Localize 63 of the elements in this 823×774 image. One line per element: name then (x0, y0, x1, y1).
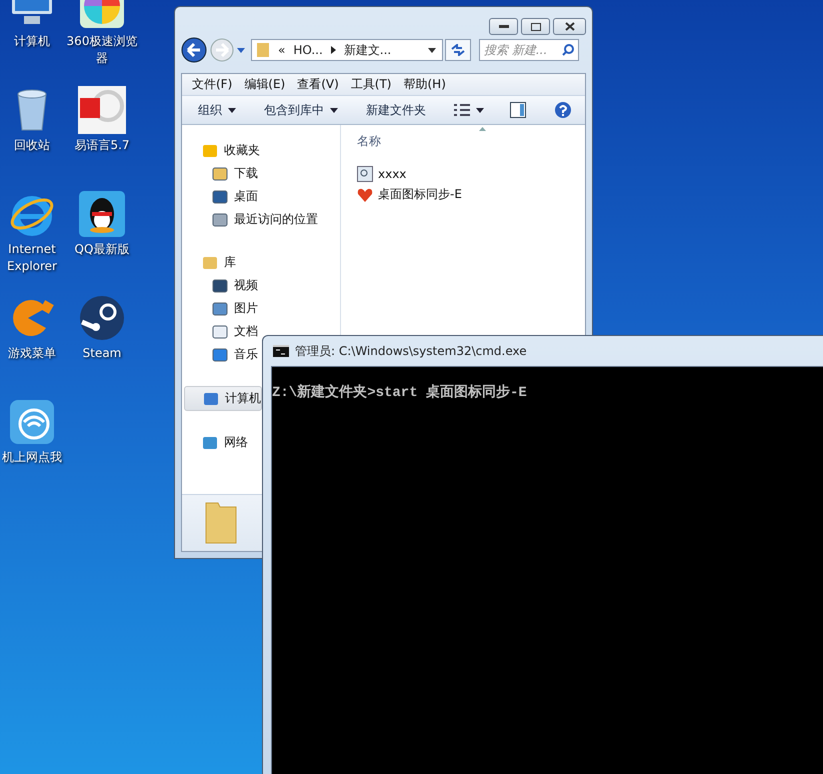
dropdown-caret-icon[interactable] (428, 48, 436, 52)
minimize-button[interactable] (489, 18, 518, 35)
refresh-button[interactable] (445, 39, 471, 61)
toolbar-button[interactable]: 包含到库中 (260, 100, 342, 120)
desktop-icon-label[interactable]: 360极速浏览器 (64, 33, 140, 67)
desktop-icon-label[interactable]: 游戏菜单 (8, 345, 56, 362)
column-header[interactable]: 名称 (357, 133, 569, 163)
navigation-item[interactable]: 收藏夹 (182, 139, 260, 162)
navigation-item[interactable]: 下载 (182, 162, 258, 185)
breadcrumb[interactable]: 新建文... (344, 42, 392, 58)
toolbar-button[interactable]: 组织 (194, 100, 240, 120)
console-icon (273, 345, 289, 357)
desktop-icon-label[interactable]: 易语言5.7 (74, 137, 130, 154)
toolbar-button[interactable]: 新建文件夹 (362, 100, 430, 120)
breadcrumb[interactable]: HO... (293, 43, 323, 57)
help-icon[interactable] (554, 101, 572, 119)
desktop-icon-label[interactable]: QQ最新版 (74, 241, 130, 258)
navigation-item[interactable]: 音乐 (182, 343, 258, 366)
menu-item[interactable]: 编辑(E) (244, 76, 286, 93)
menu-item[interactable]: 文件(F) (192, 76, 232, 93)
navigation-item[interactable]: 图片 (182, 297, 258, 320)
file-item[interactable]: 桌面图标同步-E (357, 184, 569, 205)
window-title: 管理员: C:\Windows\system32\cmd.exe (295, 342, 527, 360)
close-button[interactable] (553, 18, 586, 35)
desktop-icon-label[interactable]: 计算机 (14, 33, 50, 50)
preview-pane-icon[interactable] (510, 102, 526, 118)
round-logo-icon[interactable] (78, 294, 126, 342)
navigation-item[interactable]: 视频 (182, 274, 258, 297)
address-bar[interactable]: « HO... 新建文... (251, 39, 443, 61)
menu-item[interactable]: 工具(T) (350, 76, 392, 93)
desktop-icon-label[interactable]: 机上网点我 (2, 449, 62, 466)
breadcrumb-arrow-icon[interactable] (330, 46, 336, 54)
close-icon (564, 22, 574, 31)
navigation-item[interactable]: 计算机 (184, 386, 262, 411)
minimize-icon (498, 24, 508, 28)
desktop-icon-label[interactable]: Internet Explorer (0, 241, 64, 275)
maximize-button[interactable] (521, 18, 550, 35)
menu-item[interactable]: 帮助(H) (404, 76, 446, 93)
penguin-icon[interactable] (78, 190, 126, 238)
navigation-item[interactable]: 文档 (182, 320, 258, 343)
navigation-item[interactable]: 最近访问的位置 (182, 208, 318, 231)
search-field[interactable]: 搜索 新建... (479, 39, 579, 61)
console-line: Z:\新建文件夹>start 桌面图标同步-E (272, 383, 528, 401)
heart-icon (357, 186, 373, 202)
folder-icon (204, 501, 238, 545)
list-view-icon (454, 104, 470, 116)
search-icon (562, 44, 574, 56)
app-icon[interactable] (78, 86, 126, 134)
navigation-item[interactable]: 网络 (182, 431, 248, 454)
file-item[interactable]: xxxx (357, 163, 569, 184)
folder-icon (256, 42, 270, 58)
desktop-icon-label[interactable]: 回收站 (14, 137, 50, 154)
navigation-item[interactable]: 库 (182, 251, 236, 274)
dropdown-caret-icon (476, 108, 484, 112)
desktop-icon-label[interactable]: Steam (82, 345, 122, 362)
back-button[interactable] (181, 37, 207, 63)
menu-item[interactable]: 查看(V) (297, 76, 339, 93)
settings-file-icon (357, 166, 373, 182)
navigation-item[interactable]: 桌面 (182, 185, 258, 208)
wifi-icon[interactable] (8, 398, 56, 446)
overflow-marker[interactable]: « (278, 43, 286, 57)
maximize-icon (530, 22, 540, 30)
refresh-arrows-icon (451, 44, 465, 56)
